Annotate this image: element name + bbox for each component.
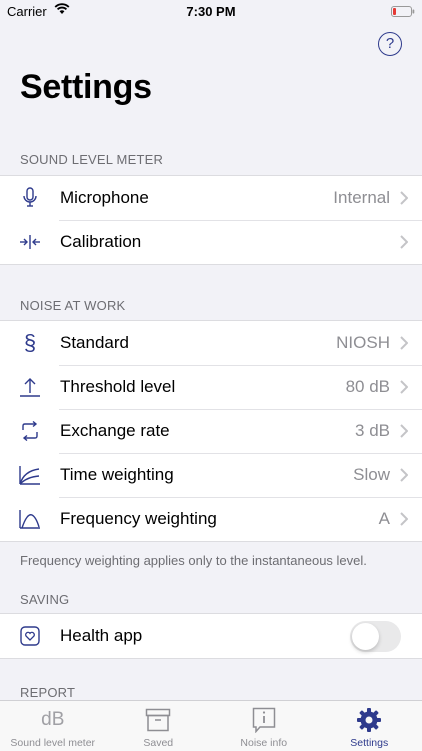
group-saving: Health app: [0, 613, 422, 659]
chevron-right-icon: [400, 424, 408, 443]
row-label: Time weighting: [60, 465, 174, 485]
chevron-right-icon: [400, 235, 408, 254]
tab-label: Noise info: [211, 737, 317, 749]
row-label: Health app: [60, 626, 142, 646]
tab-sound-level-meter[interactable]: dB Sound level meter: [0, 701, 106, 751]
frequency-weighting-icon: [18, 508, 42, 530]
db-icon: dB: [0, 707, 106, 733]
tab-noise-info[interactable]: Noise info: [211, 701, 317, 751]
row-frequency-weighting[interactable]: Frequency weighting A: [0, 497, 422, 541]
tab-label: Settings: [317, 737, 422, 749]
section-sign-icon: §: [18, 332, 42, 354]
section-header-saving: SAVING: [20, 592, 69, 607]
battery-icon: [391, 5, 415, 20]
row-label: Threshold level: [60, 377, 175, 397]
status-time: 7:30 PM: [0, 4, 422, 19]
row-exchange-rate[interactable]: Exchange rate 3 dB: [0, 409, 422, 453]
section-header-noise-at-work: NOISE AT WORK: [20, 298, 125, 313]
row-calibration[interactable]: Calibration: [0, 220, 422, 264]
chevron-right-icon: [400, 512, 408, 531]
row-value: Slow: [353, 465, 390, 485]
exchange-icon: [18, 420, 42, 442]
gear-icon: [317, 707, 422, 733]
health-app-toggle[interactable]: [350, 621, 401, 652]
tab-saved[interactable]: Saved: [106, 701, 212, 751]
tab-bar: dB Sound level meter Saved Noise info Se…: [0, 700, 422, 751]
calibration-icon: [18, 231, 42, 253]
group-sound-level-meter: Microphone Internal Calibration: [0, 175, 422, 265]
group-noise-at-work: § Standard NIOSH Threshold level 80 dB E…: [0, 320, 422, 542]
row-standard[interactable]: § Standard NIOSH: [0, 321, 422, 365]
microphone-icon: [18, 187, 42, 209]
row-value: NIOSH: [336, 333, 390, 353]
tab-settings[interactable]: Settings: [317, 701, 422, 751]
row-label: Standard: [60, 333, 129, 353]
row-value: 80 dB: [346, 377, 390, 397]
tab-label: Saved: [106, 737, 212, 749]
row-health-app: Health app: [0, 614, 422, 658]
row-threshold-level[interactable]: Threshold level 80 dB: [0, 365, 422, 409]
status-bar: Carrier 7:30 PM: [0, 0, 422, 22]
help-button[interactable]: ?: [378, 32, 402, 56]
question-mark-icon: ?: [386, 35, 394, 52]
tab-label: Sound level meter: [0, 737, 106, 749]
row-value: A: [379, 509, 390, 529]
page-title: Settings: [20, 68, 152, 107]
archive-box-icon: [106, 707, 212, 733]
chevron-right-icon: [400, 336, 408, 355]
row-time-weighting[interactable]: Time weighting Slow: [0, 453, 422, 497]
threshold-icon: [18, 376, 42, 398]
row-label: Exchange rate: [60, 421, 170, 441]
row-label: Microphone: [60, 188, 149, 208]
frequency-weighting-note: Frequency weighting applies only to the …: [20, 553, 367, 568]
health-app-icon: [18, 625, 42, 647]
row-value: 3 dB: [355, 421, 390, 441]
time-weighting-icon: [18, 464, 42, 486]
info-icon: [211, 707, 317, 733]
row-microphone[interactable]: Microphone Internal: [0, 176, 422, 220]
section-header-sound-level-meter: SOUND LEVEL METER: [20, 152, 163, 167]
chevron-right-icon: [400, 191, 408, 210]
row-label: Frequency weighting: [60, 509, 217, 529]
row-value: Internal: [333, 188, 390, 208]
section-header-report: REPORT: [20, 685, 75, 700]
toggle-knob: [352, 623, 379, 650]
chevron-right-icon: [400, 468, 408, 487]
chevron-right-icon: [400, 380, 408, 399]
row-label: Calibration: [60, 232, 141, 252]
